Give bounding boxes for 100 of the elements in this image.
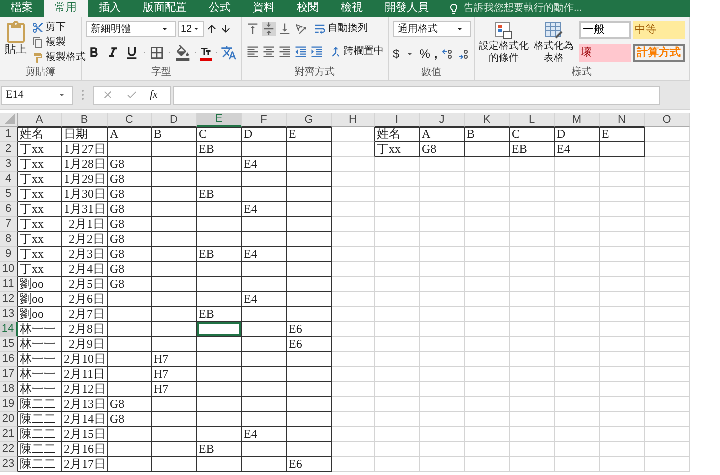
tell-me-field[interactable]: 告訴我您想要執行的動作... <box>464 1 582 16</box>
copy-button[interactable]: 複製 <box>32 36 86 50</box>
row-header[interactable]: 15 <box>0 337 18 352</box>
ribbon-tab[interactable]: 檢視 <box>330 0 374 17</box>
clipboard-icon[interactable] <box>4 21 28 45</box>
conditional-formatting-button[interactable]: 設定格式化的條件 <box>479 21 529 65</box>
row-header[interactable]: 3 <box>0 157 18 172</box>
font-color-icon[interactable] <box>200 46 212 60</box>
row-header[interactable]: 7 <box>0 217 18 232</box>
row-header[interactable]: 12 <box>0 292 18 307</box>
align-top-icon[interactable] <box>246 22 260 36</box>
column-header[interactable]: I <box>375 113 420 127</box>
row-header[interactable]: 18 <box>0 382 18 397</box>
column-header[interactable]: O <box>645 113 690 127</box>
conditional-formatting-icon[interactable] <box>494 21 514 41</box>
borders-icon[interactable] <box>149 45 166 61</box>
comma-button[interactable]: , <box>434 45 438 63</box>
row-header[interactable]: 20 <box>0 412 18 427</box>
column-header[interactable]: L <box>510 113 555 127</box>
column-header[interactable]: C <box>108 113 152 127</box>
insert-function-button[interactable]: fx <box>150 86 158 104</box>
shrink-font-icon[interactable] <box>220 23 232 35</box>
ribbon-tab[interactable]: 檔案 <box>0 0 44 17</box>
table-cell: EB <box>197 142 242 157</box>
cell-style-swatch[interactable]: 中等 <box>633 21 685 39</box>
number-format-field[interactable]: 通用格式 <box>393 21 471 37</box>
row-header[interactable]: 5 <box>0 187 18 202</box>
font-size-field[interactable]: 12 <box>178 21 204 37</box>
table-cell: 日期 <box>62 127 108 142</box>
percent-button[interactable]: % <box>420 45 430 63</box>
ribbon-tab[interactable]: 校閱 <box>286 0 330 17</box>
row-header[interactable]: 9 <box>0 247 18 262</box>
paste-button[interactable]: 貼上 <box>4 21 28 65</box>
formula-input[interactable] <box>173 86 660 104</box>
column-header[interactable]: B <box>62 113 108 127</box>
align-middle-icon[interactable] <box>262 22 276 36</box>
row-header[interactable]: 11 <box>0 277 18 292</box>
decimal-increase-icon[interactable] <box>442 48 454 60</box>
ribbon-tab[interactable]: 插入 <box>88 0 132 17</box>
row-header[interactable]: 16 <box>0 352 18 367</box>
currency-button[interactable]: $ <box>393 45 400 63</box>
selected-cell[interactable] <box>197 322 242 337</box>
orientation-icon[interactable] <box>294 22 308 36</box>
align-bottom-icon[interactable] <box>278 22 292 36</box>
align-center-icon[interactable] <box>262 44 276 58</box>
row-header[interactable]: 22 <box>0 442 18 457</box>
table-cell: 陳二二 <box>18 442 62 457</box>
column-header[interactable]: A <box>18 113 62 127</box>
column-header[interactable]: M <box>555 113 600 127</box>
cell-style-swatch[interactable]: 壞 <box>579 44 631 62</box>
ribbon-tab[interactable]: 公式 <box>198 0 242 17</box>
column-header[interactable]: J <box>420 113 465 127</box>
column-header[interactable]: F <box>242 113 287 127</box>
ribbon-tab[interactable]: 開發人員 <box>374 0 440 17</box>
table-brush-icon[interactable] <box>544 21 564 41</box>
wrap-text-button[interactable]: 自動換列 <box>313 21 368 36</box>
column-header[interactable]: K <box>465 113 510 127</box>
decimal-decrease-icon[interactable] <box>458 48 470 60</box>
scissors-icon[interactable] <box>32 22 44 34</box>
decrease-indent-icon[interactable] <box>294 44 308 58</box>
fill-color-icon[interactable] <box>174 45 190 61</box>
column-header[interactable]: D <box>152 113 197 127</box>
format-painter-button[interactable]: 複製格式 <box>32 51 86 65</box>
row-header[interactable]: 17 <box>0 367 18 382</box>
table-cell: E6 <box>287 337 332 352</box>
copy-icon[interactable] <box>32 37 44 49</box>
row-header[interactable]: 8 <box>0 232 18 247</box>
column-header[interactable]: G <box>287 113 332 127</box>
row-header[interactable]: 14 <box>0 322 18 337</box>
ribbon-tab[interactable]: 資料 <box>242 0 286 17</box>
table-cell: E4 <box>242 427 287 442</box>
merge-center-button[interactable]: 跨欄置中 <box>329 44 384 59</box>
column-header[interactable]: E <box>197 113 242 127</box>
row-header[interactable]: 2 <box>0 142 18 157</box>
ribbon-tab[interactable]: 常用 <box>44 0 88 17</box>
row-header[interactable]: 21 <box>0 427 18 442</box>
table-cell: G8 <box>108 262 152 277</box>
font-name-field[interactable]: 新細明體 <box>86 21 176 37</box>
name-box[interactable]: E14 <box>1 86 73 104</box>
row-header[interactable]: 10 <box>0 262 18 277</box>
align-left-icon[interactable] <box>246 44 260 58</box>
lightbulb-icon[interactable] <box>448 2 460 14</box>
increase-indent-icon[interactable] <box>310 44 324 58</box>
cell-style-swatch[interactable]: 一般 <box>579 21 631 39</box>
ribbon-tab[interactable]: 版面配置 <box>132 0 198 17</box>
format-as-table-button[interactable]: 格式化為表格 <box>533 21 575 65</box>
column-header[interactable]: N <box>600 113 645 127</box>
row-header[interactable]: 23 <box>0 457 18 472</box>
row-header[interactable]: 4 <box>0 172 18 187</box>
row-header[interactable]: 13 <box>0 307 18 322</box>
align-right-icon[interactable] <box>278 44 292 58</box>
grow-font-icon[interactable] <box>206 23 218 35</box>
row-header[interactable]: 6 <box>0 202 18 217</box>
column-header[interactable]: H <box>332 113 375 127</box>
cut-button[interactable]: 剪下 <box>32 21 86 35</box>
drag-handle-icon[interactable] <box>82 90 84 100</box>
phonetic-icon[interactable] <box>221 45 237 61</box>
row-header[interactable]: 1 <box>0 127 18 142</box>
table-cell: E6 <box>287 322 332 337</box>
row-header[interactable]: 19 <box>0 397 18 412</box>
